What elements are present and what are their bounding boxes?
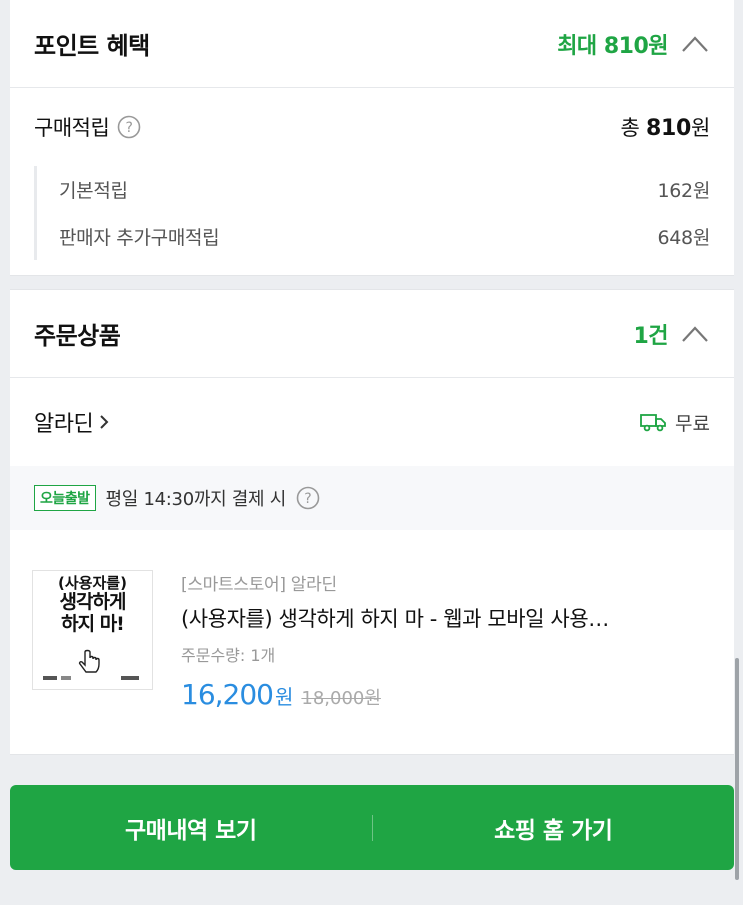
product-quantity: 주문수량: 1개: [181, 646, 276, 665]
order-header[interactable]: 주문상품 1건: [10, 290, 734, 378]
order-header-right: 1건: [633, 318, 710, 350]
product-price: 16,200 원 18,000원: [181, 678, 609, 711]
points-max-label: 최대 810원: [557, 33, 668, 59]
earn-total: 총 810원: [620, 112, 711, 142]
truck-icon: [639, 411, 667, 433]
svg-text:?: ?: [304, 491, 311, 507]
earn-item-value: 648원: [657, 227, 710, 249]
today-text: 평일 14:30까지 결제 시: [105, 489, 287, 510]
action-bar: 구매내역 보기 쇼핑 홈 가기: [10, 785, 734, 870]
points-card: 포인트 혜택 최대 810원 구매적립 ? 총 810원 기본적립 162원 판…: [10, 0, 734, 276]
seller-name: 알라딘: [34, 412, 94, 437]
earn-total-unit: 원: [690, 116, 710, 140]
shipping-fee: 무료: [675, 412, 710, 435]
list-item: 판매자 추가구매적립 648원: [59, 213, 710, 260]
thumb-line1: (사용자를): [58, 574, 127, 592]
thumb-title: (사용자를) 생각하게 하지 마!: [33, 574, 152, 636]
product-store: [스마트스토어] 알라딘: [181, 575, 337, 595]
seller-link[interactable]: 알라딘: [34, 406, 111, 438]
product-info: [스마트스토어] 알라딘 (사용자를) 생각하게 하지 마 - 웹과 모바일 사…: [181, 570, 609, 711]
product-item[interactable]: (사용자를) 생각하게 하지 마! [스마트스토어] 알라딘 (사용자를) 생각…: [32, 570, 710, 711]
product-thumbnail[interactable]: (사용자를) 생각하게 하지 마!: [32, 570, 153, 690]
order-card: 주문상품 1건 알라딘 무료 오늘출발 평일 14:30까지 결제 시 ? (사…: [10, 289, 734, 755]
chevron-up-icon[interactable]: [680, 33, 710, 55]
points-header-right: 최대 810원: [557, 28, 710, 60]
earn-item-label: 기본적립: [59, 180, 128, 202]
sale-price-unit: 원: [274, 685, 294, 709]
earn-label: 구매적립: [34, 116, 110, 140]
points-title: 포인트 혜택: [34, 32, 150, 60]
sale-price: 16,200: [181, 678, 274, 711]
shopping-home-button[interactable]: 쇼핑 홈 가기: [373, 811, 735, 845]
order-title: 주문상품: [34, 322, 121, 350]
thumb-line3: 하지 마!: [61, 613, 125, 636]
earn-item-value: 162원: [657, 180, 710, 202]
thumb-decoration: [43, 676, 139, 680]
question-icon[interactable]: ?: [117, 115, 141, 139]
earn-label-wrap: 구매적립 ?: [34, 112, 141, 142]
earn-row: 구매적립 ? 총 810원: [34, 112, 710, 142]
original-price: 18,000원: [301, 688, 381, 709]
today-ship-bar: 오늘출발 평일 14:30까지 결제 시 ?: [10, 466, 734, 530]
earn-breakdown: 기본적립 162원 판매자 추가구매적립 648원: [34, 166, 710, 260]
points-header[interactable]: 포인트 혜택 최대 810원: [10, 0, 734, 88]
thumb-line2: 생각하게: [59, 591, 127, 614]
earn-item-label: 판매자 추가구매적립: [59, 227, 220, 249]
question-icon[interactable]: ?: [296, 486, 320, 510]
earn-total-prefix: 총: [620, 116, 640, 140]
scrollbar[interactable]: [735, 658, 739, 880]
product-name[interactable]: (사용자를) 생각하게 하지 마 - 웹과 모바일 사용…: [181, 603, 609, 633]
order-count: 1건: [633, 323, 668, 349]
chevron-right-icon: [97, 412, 111, 432]
seller-row: 알라딘 무료: [10, 378, 734, 466]
purchase-history-button[interactable]: 구매내역 보기: [10, 811, 372, 845]
today-badge: 오늘출발: [34, 485, 96, 511]
chevron-up-icon[interactable]: [680, 323, 710, 345]
svg-text:?: ?: [126, 120, 133, 136]
list-item: 기본적립 162원: [59, 166, 710, 213]
shipping-info: 무료: [639, 409, 710, 436]
earn-total-value: 810: [645, 116, 691, 141]
